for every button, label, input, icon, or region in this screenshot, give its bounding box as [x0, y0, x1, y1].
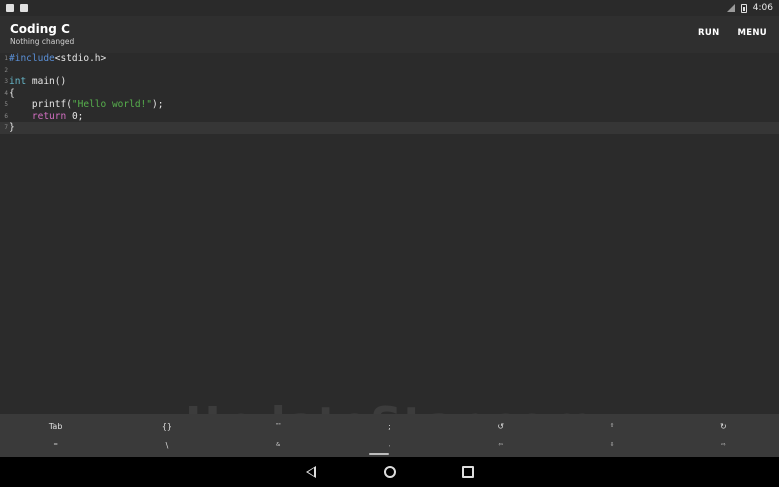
code-line[interactable]: 4{: [0, 88, 779, 100]
status-left-icons: [6, 4, 28, 12]
line-number: 3: [4, 78, 8, 85]
back-icon[interactable]: [306, 466, 316, 478]
row1-key-4[interactable]: ↺: [445, 416, 556, 436]
recents-icon[interactable]: [462, 466, 474, 478]
row1-key-2[interactable]: "": [223, 416, 334, 436]
extra-keys-row-1: Tab{} ""; ↺ ⇧ ↻: [0, 416, 779, 436]
app-subtitle: Nothing changed: [10, 37, 75, 46]
code-line[interactable]: 3 int main(): [0, 76, 779, 88]
code-text: }: [9, 122, 15, 134]
status-time: 4:06: [752, 3, 773, 13]
code-token: }: [9, 122, 15, 133]
code-line[interactable]: 6 return 0;: [0, 111, 779, 123]
code-token: <stdio.h>: [54, 53, 107, 64]
row1-key-1[interactable]: {}: [111, 416, 222, 436]
extra-keys-row-2: = \ &, ⇦ ⇩ ⇨: [0, 435, 779, 455]
battery-icon: [740, 3, 747, 13]
line-number: 7: [4, 124, 8, 131]
code-line[interactable]: 5 printf("Hello world!");: [0, 99, 779, 111]
navigation-bar: [0, 457, 779, 487]
menu-button[interactable]: MENU: [738, 28, 767, 38]
code-token: printf(: [9, 99, 72, 110]
code-token: );: [152, 99, 164, 110]
line-number: 5: [4, 101, 8, 108]
row2-key-2[interactable]: &: [223, 435, 334, 455]
code-text: printf("Hello world!");: [9, 99, 164, 111]
code-token: #include: [9, 53, 55, 64]
row1-key-3[interactable]: ;: [334, 416, 445, 436]
code-text: {: [9, 88, 15, 100]
signal-icon: [726, 4, 735, 12]
code-line[interactable]: 2: [0, 65, 779, 77]
row2-key-4[interactable]: ⇦: [445, 435, 556, 455]
code-token: 0;: [66, 110, 84, 122]
notification-icon: [6, 4, 14, 12]
row2-key-6[interactable]: ⇨: [668, 435, 779, 455]
home-icon[interactable]: [384, 466, 396, 478]
android-icon: [20, 4, 28, 12]
app-actions: RUN MENU: [698, 28, 767, 38]
code-token: {: [9, 87, 15, 99]
row2-key-1[interactable]: \: [111, 435, 222, 455]
keyboard-drag-handle[interactable]: [369, 453, 389, 455]
code-text: int main(): [9, 76, 66, 88]
code-token: return: [31, 110, 67, 122]
line-number: 2: [4, 66, 8, 74]
row1-key-0[interactable]: Tab: [0, 416, 111, 436]
code-token: main(): [26, 76, 67, 87]
row2-key-5[interactable]: ⇩: [556, 435, 667, 455]
code-editor[interactable]: 1 #include<stdio.h> 2 3 int main() 4{5 printf…: [0, 53, 779, 414]
line-number: 4: [4, 89, 8, 97]
app-title: Coding C: [10, 22, 70, 36]
status-bar: 4:06: [0, 0, 779, 16]
row1-key-5[interactable]: ⇧: [556, 416, 667, 436]
code-line[interactable]: 1 #include<stdio.h>: [0, 53, 779, 65]
status-right-icons: 4:06: [726, 3, 773, 13]
code-line[interactable]: 7}: [0, 122, 779, 134]
line-number: 1: [4, 55, 8, 62]
code-token: "Hello world!": [71, 99, 152, 110]
app-bar: Coding C Nothing changed RUN MENU: [0, 16, 779, 53]
run-button[interactable]: RUN: [698, 28, 719, 38]
code-text: return 0;: [9, 110, 84, 123]
extra-keys-bar: Tab{} ""; ↺ ⇧ ↻ = \ &, ⇦ ⇩ ⇨: [0, 414, 779, 457]
code-token: int: [9, 76, 27, 87]
row2-key-0[interactable]: =: [0, 435, 111, 455]
line-number: 6: [4, 112, 8, 120]
code-text: #include<stdio.h>: [9, 53, 106, 65]
row2-key-3[interactable]: ,: [334, 435, 445, 455]
row1-key-6[interactable]: ↻: [668, 416, 779, 436]
